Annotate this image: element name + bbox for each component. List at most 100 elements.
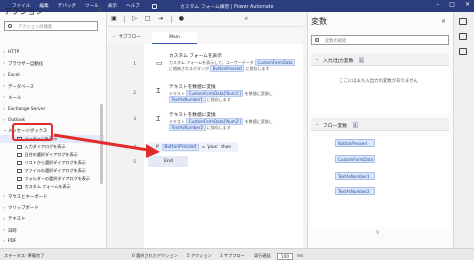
step-icon[interactable]: ⇥ (158, 16, 164, 22)
variables-panel-title: 変数 (311, 17, 327, 26)
line-number: 1 (133, 62, 136, 67)
actions-scrollbar[interactable] (100, 104, 103, 184)
action-display-custom-form[interactable]: カスタム フォームを表示 (0, 183, 104, 191)
save-icon[interactable] (151, 3, 157, 9)
chevron-right-icon: › (3, 72, 5, 78)
then-keyword: then (221, 144, 232, 150)
variable-item[interactable]: TextAsNumber1 (335, 172, 375, 180)
search-icon (8, 24, 12, 28)
message-box-icon (17, 185, 22, 189)
action-display-date-dialog[interactable]: 日付の選択ダイアログを表示 (0, 151, 104, 159)
close-window-button[interactable]: ✕ (465, 1, 470, 8)
subflows-dropdown[interactable]: ⌄ サブフロー (112, 34, 141, 40)
tree-item-exchange[interactable]: › Exchange Server (0, 103, 104, 114)
chevron-right-icon: › (3, 205, 5, 211)
run-delay-input[interactable]: 100 (277, 252, 293, 260)
step-description: テキスト CustomFormData['Num2'] を数値に変換し Text… (169, 118, 273, 131)
search-icon (315, 38, 319, 42)
pin-icon[interactable]: ⚲ (376, 230, 380, 236)
chevron-right-icon: › (3, 194, 5, 200)
input-output-vars-header[interactable]: ⌄ 入力/出力変数 0 (311, 53, 449, 66)
action-display-folder-dialog[interactable]: フォルダーの選択ダイアログを表示 (0, 175, 104, 183)
tree-item-browser[interactable]: › ブラウザー自動化 (0, 58, 104, 69)
action-display-list-dialog[interactable]: リストから選択ダイアログを表示 (0, 159, 104, 167)
if-condition: = 'plus' (201, 144, 219, 150)
flow-step-text-to-number-2[interactable]: Ꮖ テキストを数値に変換 テキスト CustomFormData['Num2']… (151, 112, 298, 134)
chevron-right-icon: › (3, 216, 5, 222)
variable-tag: TextAsNumber2 (169, 123, 206, 131)
chevron-right-icon: › (3, 61, 5, 67)
close-icon[interactable]: ✕ (441, 18, 446, 25)
run-icon[interactable]: ▷ (132, 16, 138, 22)
line-number: 2 (133, 91, 136, 96)
action-display-file-dialog[interactable]: ファイルの選択ダイアログを表示 (0, 167, 104, 175)
step-description: カスタム フォームを表示して、ユーザーデータ CustomFormData に格… (169, 59, 295, 72)
line-number-gutter (107, 44, 144, 248)
run-delay-unit: ms (297, 252, 304, 258)
line-number: 4 (133, 145, 136, 150)
menu-view[interactable]: 表示 (108, 3, 117, 9)
variables-pane-icon[interactable] (459, 18, 467, 25)
chevron-down-icon: ⌄ (315, 56, 319, 62)
record-icon[interactable]: ● (178, 16, 184, 22)
flow-vars-header[interactable]: ⌄ フロー変数 4 (311, 118, 449, 131)
title-bar: ファイル 編集 デバッグ ツール 表示 ヘルプ カスタム フォーム練習 | Po… (0, 0, 474, 12)
chevron-right-icon: › (3, 95, 5, 101)
flow-step-text-to-number-1[interactable]: Ꮖ テキストを数値に変換 テキスト CustomFormData['Num1']… (151, 84, 298, 106)
flow-vars-body (311, 131, 449, 227)
variables-search-input[interactable]: 変数の検索 (311, 35, 449, 45)
text-convert-icon: Ꮖ (156, 115, 161, 123)
actions-tree: › HTTP › ブラウザー自動化 › Excel › データベース › メール › Exc… (0, 47, 104, 248)
designer-toolbar: ▣ ▷ □ ⇥ ● ⌕ (107, 12, 303, 27)
variable-item[interactable]: TextAsNumber2 (335, 187, 375, 195)
chevron-right-icon: › (3, 84, 5, 90)
message-box-icon (17, 153, 22, 157)
tree-item-http[interactable]: › HTTP (0, 47, 104, 58)
tree-item-excel[interactable]: › Excel (0, 70, 104, 81)
message-box-icon (17, 169, 22, 173)
close-icon[interactable]: ✕ (97, 7, 102, 14)
step-description: テキスト CustomFormData['Num1'] を数値に変換し Text… (169, 90, 273, 103)
tree-item-datetime[interactable]: › 日時 (0, 225, 104, 236)
chevron-right-icon: › (3, 50, 5, 56)
variable-tag: ButtonPressed (161, 143, 199, 151)
toolbar-divider (124, 15, 125, 23)
tree-item-clipboard[interactable]: › クリップボード (0, 202, 104, 213)
maximize-button[interactable]: □ (449, 1, 455, 8)
minimize-button[interactable]: – (436, 1, 439, 8)
actions-search-placeholder: アクションの検索 (18, 25, 53, 30)
flow-step-if[interactable]: If ButtonPressed = 'plus' then (148, 142, 238, 152)
images-icon[interactable] (459, 48, 467, 55)
menu-help[interactable]: ヘルプ (126, 3, 140, 9)
variable-tag: ButtonPressed (210, 64, 245, 72)
variable-item[interactable]: CustomFormData (335, 155, 375, 163)
tree-item-text[interactable]: › テキスト (0, 214, 104, 225)
tree-item-mail[interactable]: › メール (0, 92, 104, 103)
variables-search-placeholder: 変数の検索 (325, 39, 347, 44)
search-flow-icon[interactable]: ⌕ (241, 16, 251, 22)
stop-icon[interactable]: □ (145, 16, 151, 22)
flow-step-custom-form[interactable]: ▭ カスタム フォームを表示 カスタム フォームを表示して、ユーザーデータ Cu… (151, 53, 298, 78)
menu-debug[interactable]: デバッグ (58, 3, 76, 9)
status-bar: ステータス: 準備完了 0 選択されたアクション 5 アクション 1 サブフロー… (0, 248, 474, 260)
status-ready: ステータス: 準備完了 (4, 252, 45, 258)
chevron-right-icon: › (3, 106, 5, 112)
save-icon[interactable]: ▣ (111, 16, 117, 22)
message-box-icon (17, 161, 22, 165)
input-output-vars-body (311, 66, 449, 114)
tree-item-database[interactable]: › データベース (0, 81, 104, 92)
tab-main[interactable]: Main (152, 32, 197, 44)
message-box-icon (17, 145, 22, 149)
chevron-right-icon: › (3, 117, 5, 123)
actions-search-input[interactable]: アクションの検索 (4, 21, 98, 31)
tree-item-pdf[interactable]: › PDF (0, 236, 104, 247)
variable-item[interactable]: ButtonPressed (335, 139, 375, 147)
if-keyword: If (156, 144, 159, 150)
ui-elements-icon[interactable] (459, 33, 467, 40)
message-box-icon: ▭ (156, 59, 163, 67)
chevron-right-icon: › (3, 228, 5, 234)
window-title: カスタム フォーム練習 | Power Automate (180, 4, 274, 10)
flow-step-end[interactable]: End (148, 156, 188, 167)
tree-item-mouse-keyboard[interactable]: › マウスとキーボード (0, 191, 104, 202)
action-display-input-dialog[interactable]: 入力ダイアログを表示 (0, 143, 104, 151)
